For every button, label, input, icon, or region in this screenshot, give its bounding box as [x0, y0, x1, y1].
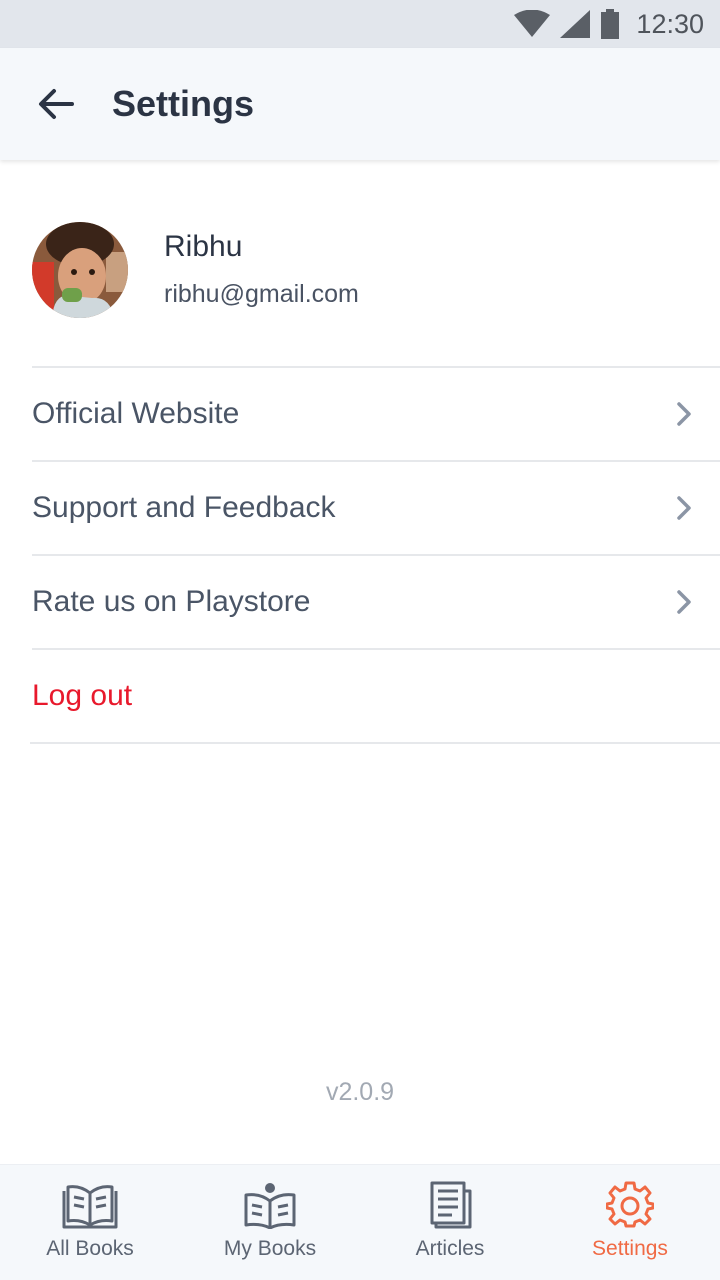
status-bar: 12:30: [0, 0, 720, 48]
profile-email: ribhu@gmail.com: [164, 280, 359, 308]
open-book-icon: [62, 1185, 118, 1229]
menu-item-rate-playstore[interactable]: Rate us on Playstore: [32, 554, 720, 648]
bottom-nav: All Books My Books Articles Settings: [0, 1164, 720, 1280]
menu-item-label: Support and Feedback: [32, 491, 336, 524]
logout-label: Log out: [32, 679, 133, 712]
menu-item-label: Official Website: [32, 397, 240, 430]
arrow-left-icon: [39, 89, 74, 119]
profile-section: Ribhu ribhu@gmail.com: [0, 160, 720, 368]
nav-label: Articles: [415, 1237, 485, 1260]
nav-label: My Books: [223, 1237, 317, 1260]
nav-item-all-books[interactable]: All Books: [0, 1165, 180, 1280]
back-button[interactable]: [0, 48, 112, 160]
menu-item-support-feedback[interactable]: Support and Feedback: [32, 460, 720, 554]
nav-item-articles[interactable]: Articles: [360, 1165, 540, 1280]
battery-icon: [601, 9, 620, 39]
avatar: [32, 222, 128, 318]
app-version: v2.0.9: [325, 1078, 395, 1106]
nav-label: All Books: [46, 1237, 134, 1260]
menu-item-official-website[interactable]: Official Website: [32, 366, 720, 460]
nav-label: Settings: [592, 1237, 668, 1260]
logout-button[interactable]: Log out: [32, 648, 720, 742]
signal-icon: [560, 10, 591, 38]
status-time: 12:30: [636, 8, 704, 39]
profile-name: Ribhu: [164, 230, 243, 263]
app-bar: Settings: [0, 48, 720, 160]
reader-icon: [244, 1183, 296, 1229]
chevron-right-icon: [677, 496, 691, 520]
divider: [30, 742, 720, 744]
settings-menu: Official Website Support and Feedback Ra…: [0, 366, 720, 744]
nav-item-settings[interactable]: Settings: [540, 1165, 720, 1280]
chevron-right-icon: [677, 590, 691, 614]
menu-item-label: Rate us on Playstore: [32, 585, 311, 618]
chevron-right-icon: [677, 402, 691, 426]
nav-item-my-books[interactable]: My Books: [180, 1165, 360, 1280]
gear-icon: [606, 1181, 654, 1228]
wifi-icon: [514, 10, 551, 37]
page-title: Settings: [112, 83, 255, 124]
article-icon: [430, 1181, 472, 1229]
